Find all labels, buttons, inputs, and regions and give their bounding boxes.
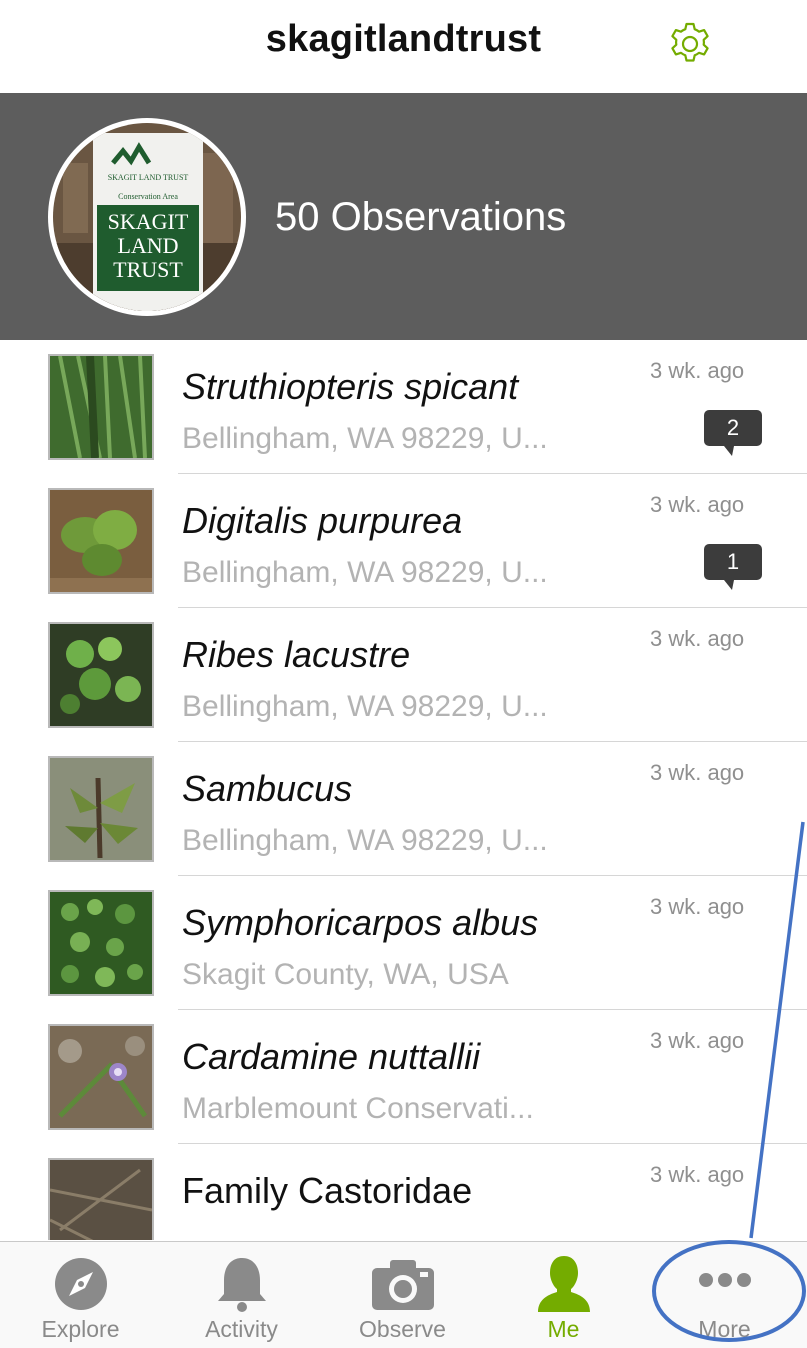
- svg-text:LAND: LAND: [117, 233, 178, 258]
- species-name: Family Castoridae: [182, 1170, 473, 1211]
- observation-thumbnail: [48, 1158, 154, 1240]
- species-name: Digitalis purpurea: [182, 500, 463, 541]
- tab-label: Me: [547, 1316, 580, 1342]
- species-name: Symphoricarpos albus: [182, 902, 539, 943]
- tab-label: Explore: [41, 1316, 120, 1342]
- tab-label: Observe: [359, 1316, 446, 1342]
- list-item[interactable]: Sambucus Bellingham, WA 98229, U... 3 wk…: [0, 742, 807, 876]
- observation-location: Skagit County, WA, USA: [182, 958, 509, 991]
- observation-list[interactable]: Struthiopteris spicant Bellingham, WA 98…: [0, 340, 807, 1240]
- species-name: Struthiopteris spicant: [182, 366, 519, 407]
- observation-time: 3 wk. ago: [650, 1028, 745, 1053]
- observation-thumbnail: [48, 354, 154, 460]
- svg-text:SKAGIT LAND TRUST: SKAGIT LAND TRUST: [108, 173, 189, 182]
- list-item[interactable]: Struthiopteris spicant Bellingham, WA 98…: [0, 340, 807, 474]
- list-item[interactable]: Digitalis purpurea Bellingham, WA 98229,…: [0, 474, 807, 608]
- observation-time: 3 wk. ago: [650, 626, 745, 651]
- list-item[interactable]: Symphoricarpos albus Skagit County, WA, …: [0, 876, 807, 1010]
- tab-bar: Explore Activity Observe Me More: [0, 1241, 807, 1348]
- species-name: Cardamine nuttallii: [182, 1036, 481, 1077]
- observation-location: Bellingham, WA 98229, U...: [182, 556, 548, 589]
- observation-location: Marblemount Conservati...: [182, 1092, 534, 1125]
- observation-thumbnail: [48, 756, 154, 862]
- observation-location: Bellingham, WA 98229, U...: [182, 690, 548, 723]
- comment-count-badge: 2: [704, 410, 762, 456]
- avatar[interactable]: SKAGIT LAND TRUST Conservation Area SKAG…: [48, 118, 246, 316]
- navigation-bar: skagitlandtrust: [0, 0, 807, 93]
- tab-me[interactable]: Me: [483, 1242, 644, 1348]
- tab-label: More: [698, 1316, 751, 1342]
- svg-text:TRUST: TRUST: [113, 257, 183, 282]
- observation-time: 3 wk. ago: [650, 358, 745, 383]
- species-name: Sambucus: [182, 768, 353, 809]
- gear-icon[interactable]: [666, 20, 714, 68]
- compass-icon: [54, 1258, 107, 1310]
- list-item[interactable]: Ribes lacustre Bellingham, WA 98229, U..…: [0, 608, 807, 742]
- tab-observe[interactable]: Observe: [322, 1242, 483, 1348]
- profile-header: SKAGIT LAND TRUST Conservation Area SKAG…: [0, 93, 807, 340]
- svg-text:Conservation Area: Conservation Area: [118, 192, 178, 201]
- observation-time: 3 wk. ago: [650, 1162, 745, 1187]
- tab-more[interactable]: More: [644, 1242, 805, 1348]
- svg-text:SKAGIT: SKAGIT: [108, 209, 189, 234]
- observation-time: 3 wk. ago: [650, 894, 745, 919]
- tab-activity[interactable]: Activity: [161, 1242, 322, 1348]
- observation-location: Bellingham, WA 98229, U...: [182, 824, 548, 857]
- list-item[interactable]: Family Castoridae 3 wk. ago: [0, 1144, 807, 1240]
- observation-time: 3 wk. ago: [650, 760, 745, 785]
- tab-explore[interactable]: Explore: [0, 1242, 161, 1348]
- observation-thumbnail: [48, 488, 154, 594]
- person-icon: [537, 1256, 590, 1312]
- camera-icon: [371, 1260, 434, 1310]
- observation-thumbnail: [48, 622, 154, 728]
- more-dots-icon: [698, 1273, 751, 1287]
- comment-count-badge: 1: [704, 544, 762, 590]
- avatar-sign-image: SKAGIT LAND TRUST Conservation Area SKAG…: [53, 123, 241, 311]
- bell-icon: [217, 1258, 266, 1312]
- observation-thumbnail: [48, 890, 154, 996]
- observation-time: 3 wk. ago: [650, 492, 745, 517]
- observation-thumbnail: [48, 1024, 154, 1130]
- observation-count[interactable]: 50 Observations: [275, 195, 566, 240]
- observation-location: Bellingham, WA 98229, U...: [182, 422, 548, 455]
- species-name: Ribes lacustre: [182, 634, 411, 675]
- list-item[interactable]: Cardamine nuttallii Marblemount Conserva…: [0, 1010, 807, 1144]
- tab-label: Activity: [205, 1316, 278, 1342]
